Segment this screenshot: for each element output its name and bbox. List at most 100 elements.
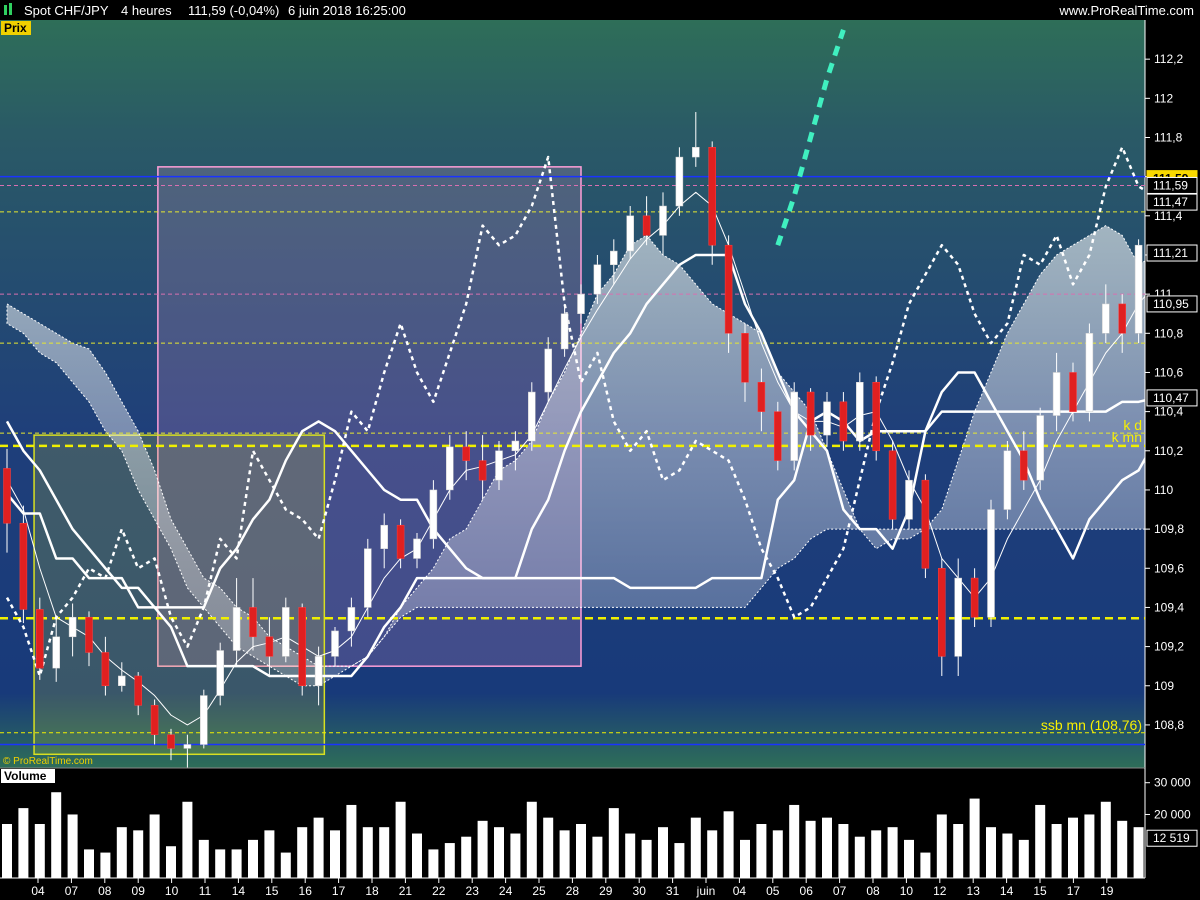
volume-bar (887, 827, 898, 878)
candle (708, 147, 716, 246)
volume-bar (543, 817, 554, 878)
candle (839, 401, 848, 442)
volume-bar (494, 827, 504, 878)
candle (856, 382, 864, 442)
candle (462, 446, 470, 461)
price-tick-label: 109,8 (1154, 522, 1184, 536)
time-tick-label: 19 (1100, 884, 1114, 898)
price-tick-label: 112,2 (1154, 52, 1183, 66)
candle (331, 630, 339, 657)
price-badge-label-1: 111,59 (1153, 178, 1188, 192)
candle (610, 250, 618, 266)
volume-bar (100, 852, 111, 878)
volume-tick-label: 20 000 (1154, 807, 1191, 821)
candle (1069, 372, 1077, 412)
candle (183, 744, 192, 749)
status-icon-2 (9, 3, 12, 15)
price-tick-label: 110 (1154, 483, 1173, 497)
time-tick-label: 31 (666, 884, 680, 898)
candle (626, 215, 634, 252)
candle (987, 509, 995, 618)
price-tick-label: 110,2 (1154, 444, 1183, 458)
candle (19, 522, 28, 610)
volume-bar (248, 839, 258, 878)
time-tick-label: 14 (232, 884, 246, 898)
candle (741, 333, 749, 383)
candle (167, 734, 175, 749)
time-tick-label: 04 (31, 884, 45, 898)
candle (1036, 415, 1044, 481)
volume-bar (34, 824, 45, 878)
candle (560, 313, 569, 350)
candle (314, 656, 323, 687)
time-tick-label: 28 (566, 884, 580, 898)
volume-bar (379, 827, 390, 878)
candle (1102, 303, 1110, 334)
price-tick-label: 109 (1154, 679, 1174, 693)
quote-label: 111,59 (-0,04%) (188, 3, 279, 18)
volume-bar (986, 827, 996, 878)
volume-bar (346, 804, 357, 878)
volume-bar (920, 852, 931, 878)
price-badge-label-4: 110,95 (1153, 297, 1189, 311)
candle (888, 450, 897, 520)
volume-panel-label: Volume (4, 769, 47, 783)
candle (1020, 450, 1028, 481)
candle (101, 652, 110, 687)
candle (774, 411, 782, 461)
candle (528, 391, 536, 442)
candle (118, 675, 126, 687)
candle (1118, 303, 1126, 334)
candle (790, 391, 798, 461)
time-tick-label: 11 (199, 884, 212, 898)
price-tick-label: 110,8 (1154, 326, 1183, 340)
time-tick-label: 08 (98, 884, 112, 898)
candle (85, 616, 93, 653)
candle (806, 391, 815, 436)
volume-bar (576, 824, 586, 878)
volume-bar (84, 849, 94, 878)
volume-bar (608, 808, 619, 878)
candle (905, 479, 913, 520)
candle (347, 607, 356, 632)
volume-bar (1002, 833, 1013, 878)
time-tick-label: 12 (933, 884, 947, 898)
volume-bar (395, 801, 406, 878)
time-tick-label: 10 (900, 884, 914, 898)
volume-bar (477, 820, 488, 878)
candle (429, 489, 438, 540)
volume-bar (231, 849, 242, 878)
volume-bar (133, 830, 144, 878)
volume-bar (772, 830, 783, 878)
price-tick-label: 110,4 (1154, 405, 1183, 419)
volume-bar (412, 833, 422, 878)
candle (52, 636, 60, 669)
candle (921, 479, 930, 569)
timeframe-label: 4 heures (121, 3, 172, 18)
candle (642, 215, 651, 236)
volume-bar (526, 801, 537, 878)
volume-bar (969, 798, 980, 878)
price-tick-label: 110,6 (1154, 365, 1183, 379)
datetime-label: 6 juin 2018 16:25:00 (288, 3, 406, 18)
volume-bar (51, 792, 62, 878)
candle (1003, 450, 1012, 510)
volume-bar (428, 849, 439, 878)
site-label: www.ProRealTime.com (1058, 3, 1194, 18)
volume-last-label: 12 519 (1153, 831, 1190, 845)
volume-bar (674, 843, 685, 878)
time-tick-label: 30 (633, 884, 647, 898)
price-tick-label: 112 (1154, 91, 1173, 105)
price-tick-label: 109,2 (1154, 640, 1184, 654)
candle (249, 607, 257, 638)
volume-bar (559, 830, 570, 878)
volume-bar (789, 804, 800, 878)
price-tick-label: 109,4 (1154, 600, 1184, 614)
candle (446, 446, 454, 491)
candle (659, 205, 667, 236)
volume-bar (658, 827, 668, 878)
volume-bar (1117, 820, 1128, 878)
volume-bar (805, 820, 816, 878)
volume-bar (1035, 804, 1046, 878)
candle (413, 538, 421, 559)
